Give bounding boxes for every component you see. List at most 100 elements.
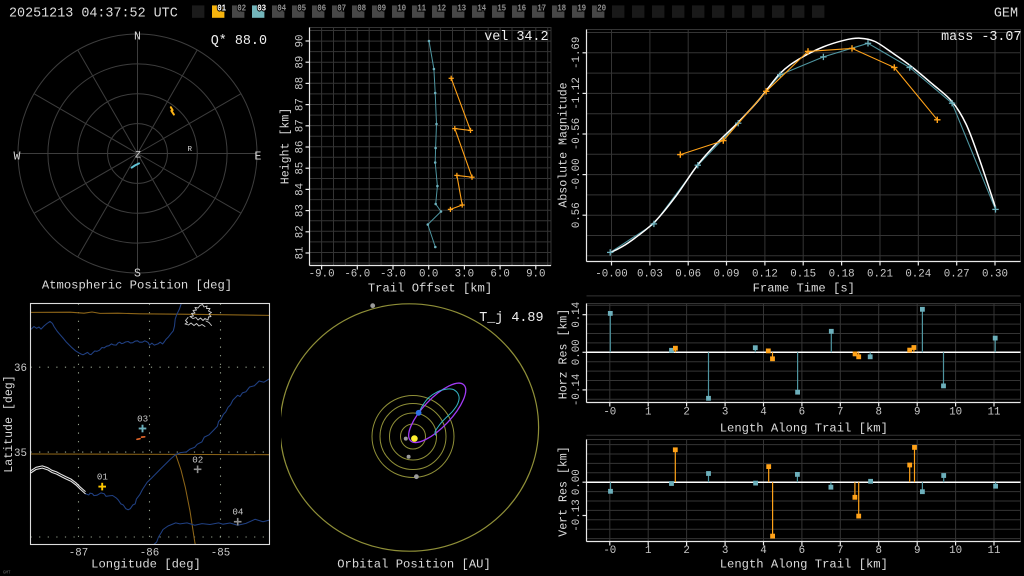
svg-text:0.24: 0.24 [905, 269, 931, 281]
svg-text:87: 87 [295, 119, 307, 132]
svg-text:-0.00: -0.00 [595, 269, 627, 281]
svg-text:10: 10 [949, 545, 962, 557]
svg-text:0.0: 0.0 [419, 269, 438, 281]
svg-text:Trail Offset [km]: Trail Offset [km] [368, 282, 492, 296]
svg-text:3: 3 [722, 545, 728, 557]
svg-text:02: 02 [237, 2, 246, 13]
svg-text:-85: -85 [211, 548, 230, 560]
svg-text:19: 19 [577, 2, 586, 13]
svg-text:17: 17 [537, 2, 546, 13]
svg-text:6: 6 [799, 407, 805, 419]
svg-text:0.00: 0.00 [571, 469, 583, 495]
svg-text:Absolute Magnitude: Absolute Magnitude [558, 82, 571, 207]
svg-text:01: 01 [217, 2, 226, 13]
svg-text:6.0: 6.0 [490, 269, 509, 281]
svg-text:04: 04 [277, 2, 286, 13]
svg-text:1: 1 [645, 407, 651, 419]
svg-text:0.06: 0.06 [675, 269, 701, 281]
svg-text:0.14: 0.14 [571, 302, 583, 328]
svg-text:Atmospheric Position [deg]: Atmospheric Position [deg] [42, 279, 232, 293]
svg-text:85: 85 [295, 162, 307, 175]
svg-text:0.27: 0.27 [944, 269, 970, 281]
svg-text:7: 7 [837, 407, 843, 419]
svg-text:vel 34.2: vel 34.2 [484, 30, 548, 45]
svg-text:11: 11 [417, 2, 426, 13]
svg-text:06: 06 [317, 2, 326, 13]
svg-text:02: 02 [192, 454, 203, 465]
svg-text:0.09: 0.09 [714, 269, 740, 281]
svg-text:12: 12 [437, 2, 446, 13]
svg-text:90: 90 [295, 35, 307, 48]
svg-text:T_j 4.89: T_j 4.89 [479, 311, 543, 326]
svg-text:3.0: 3.0 [455, 269, 474, 281]
svg-text:0.56: 0.56 [571, 202, 583, 228]
svg-text:10: 10 [397, 2, 406, 13]
svg-text:08: 08 [357, 2, 366, 13]
svg-text:N: N [134, 31, 141, 44]
svg-text:15: 15 [497, 2, 506, 13]
svg-text:86: 86 [295, 141, 307, 154]
svg-text:-1.12: -1.12 [571, 77, 583, 109]
svg-text:89: 89 [295, 56, 307, 69]
svg-text:20: 20 [597, 2, 606, 13]
svg-text:10: 10 [949, 407, 962, 419]
svg-text:81: 81 [295, 247, 307, 260]
svg-text:2: 2 [683, 545, 689, 557]
svg-text:14: 14 [477, 2, 486, 13]
svg-text:1: 1 [645, 545, 651, 557]
svg-text:83: 83 [295, 204, 307, 217]
svg-text:11: 11 [988, 407, 1001, 419]
svg-text:36: 36 [14, 363, 27, 375]
svg-text:Horz Res [km]: Horz Res [km] [558, 309, 571, 399]
svg-text:-87: -87 [69, 548, 88, 560]
svg-text:4: 4 [760, 407, 766, 419]
svg-text:Length Along Trail [km]: Length Along Trail [km] [720, 422, 888, 436]
svg-text:-0: -0 [603, 407, 616, 419]
svg-text:Height [km]: Height [km] [280, 108, 293, 185]
svg-text:-0.13: -0.13 [571, 499, 583, 531]
svg-text:3: 3 [722, 407, 728, 419]
svg-text:-0.00: -0.00 [571, 158, 583, 190]
svg-text:0.15: 0.15 [790, 269, 816, 281]
svg-text:0.21: 0.21 [867, 269, 893, 281]
svg-text:03: 03 [137, 413, 148, 424]
svg-text:-0.56: -0.56 [571, 118, 583, 150]
svg-text:07: 07 [337, 2, 346, 13]
svg-text:16: 16 [517, 2, 526, 13]
svg-text:01: 01 [97, 472, 109, 483]
svg-text:Latitude [deg]: Latitude [deg] [3, 375, 16, 472]
svg-text:9.0: 9.0 [526, 269, 545, 281]
svg-text:7: 7 [837, 545, 843, 557]
svg-text:13: 13 [457, 2, 466, 13]
svg-text:87: 87 [295, 98, 307, 111]
svg-text:-3.0: -3.0 [380, 269, 406, 281]
svg-text:05: 05 [297, 2, 306, 13]
svg-text:0.03: 0.03 [637, 269, 663, 281]
svg-text:-6.0: -6.0 [344, 269, 370, 281]
svg-text:8: 8 [875, 407, 881, 419]
svg-text:Q* 88.0: Q* 88.0 [211, 34, 267, 49]
svg-text:Orbital Position [AU]: Orbital Position [AU] [337, 558, 491, 572]
svg-text:-1.69: -1.69 [571, 37, 583, 69]
svg-text:04: 04 [232, 507, 244, 518]
svg-text:0.12: 0.12 [752, 269, 778, 281]
svg-text:6: 6 [799, 545, 805, 557]
svg-text:R: R [188, 146, 193, 154]
svg-text:Frame Time [s]: Frame Time [s] [753, 282, 855, 296]
svg-text:Longitude [deg]: Longitude [deg] [91, 558, 201, 572]
svg-text:0.00: 0.00 [571, 339, 583, 365]
svg-text:W: W [14, 151, 21, 164]
svg-text:8: 8 [875, 545, 881, 557]
svg-text:Vert Res [km]: Vert Res [km] [558, 446, 571, 536]
svg-text:88: 88 [295, 77, 307, 90]
svg-text:-0.14: -0.14 [571, 374, 583, 406]
svg-text:84: 84 [295, 183, 307, 196]
svg-text:9: 9 [914, 545, 920, 557]
svg-text:4: 4 [760, 545, 766, 557]
svg-text:03: 03 [257, 2, 266, 13]
svg-text:GEM: GEM [994, 7, 1018, 22]
svg-text:2: 2 [683, 407, 689, 419]
svg-text:-9.0: -9.0 [309, 269, 335, 281]
svg-text:0.30: 0.30 [982, 269, 1008, 281]
svg-text:18: 18 [557, 2, 566, 13]
